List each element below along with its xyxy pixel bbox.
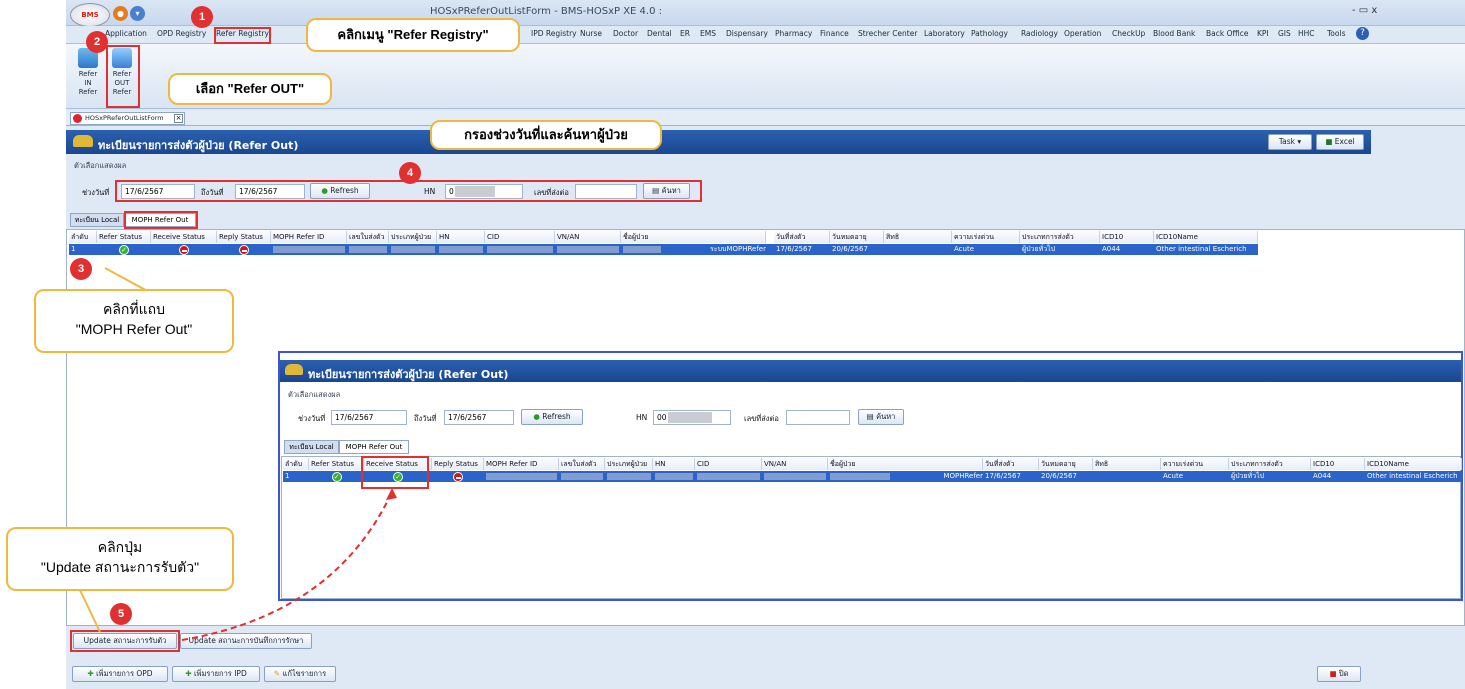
pointer-5 <box>79 589 101 633</box>
callout-update-button: คลิกปุ่ม "Update สถานะการรับตัว" <box>6 527 234 591</box>
callout-filter: กรองช่วงวันที่และค้นหาผู้ป่วย <box>430 120 662 150</box>
callout-3-line1: คลิกที่แถบ <box>102 301 166 317</box>
step-5-badge: 5 <box>110 603 132 625</box>
step-4-badge: 4 <box>399 162 421 184</box>
callout-5-line2: "Update สถานะการรับตัว" <box>40 559 200 575</box>
step-2-badge: 2 <box>86 31 108 53</box>
callout-refer-out: เลือก "Refer OUT" <box>168 73 332 105</box>
callout-moph-tab: คลิกที่แถบ "MOPH Refer Out" <box>34 289 234 353</box>
arrow-head-icon <box>386 488 397 500</box>
callout-refer-registry: คลิกเมนู "Refer Registry" <box>306 18 520 52</box>
callout-3-line2: "MOPH Refer Out" <box>75 321 193 337</box>
step-1-badge: 1 <box>191 6 213 28</box>
step-3-badge: 3 <box>70 258 92 280</box>
callout-5-line1: คลิกปุ่ม <box>97 539 143 555</box>
